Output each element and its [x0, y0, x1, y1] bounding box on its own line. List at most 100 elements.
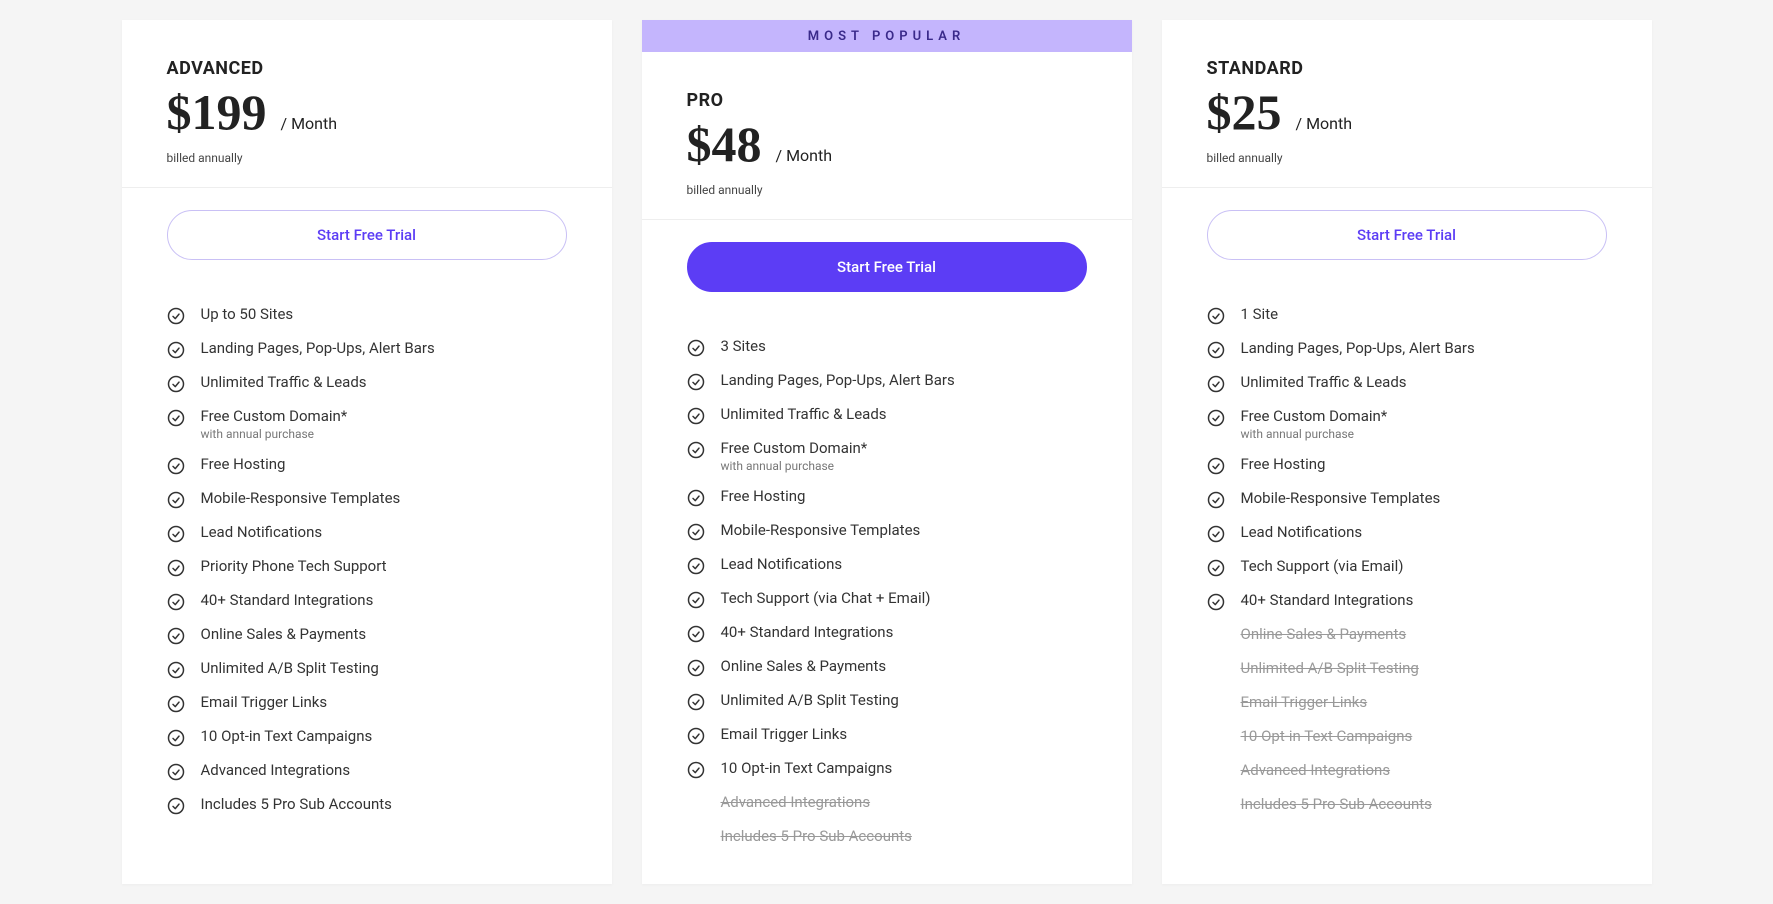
- feature-item: Mobile-Responsive Templates: [167, 482, 567, 516]
- feature-text: Free Hosting: [1241, 455, 1326, 473]
- billed-annually-note: billed annually: [1207, 151, 1607, 165]
- pricing-card-standard: STANDARD$25/ Monthbilled annuallyStart F…: [1162, 20, 1652, 884]
- feature-text-wrap: 3 Sites: [721, 337, 766, 355]
- pricing-card-advanced: ADVANCED$199/ Monthbilled annuallyStart …: [122, 20, 612, 884]
- feature-item: Includes 5 Pro Sub Accounts: [1207, 788, 1607, 822]
- feature-item: Tech Support (via Email): [1207, 550, 1607, 584]
- feature-item: Lead Notifications: [687, 548, 1087, 582]
- feature-text-wrap: Includes 5 Pro Sub Accounts: [1241, 795, 1432, 813]
- price-row: $199/ Month: [167, 87, 567, 137]
- feature-text: Mobile-Responsive Templates: [201, 489, 401, 507]
- feature-item: Unlimited Traffic & Leads: [1207, 366, 1607, 400]
- feature-item: Free Hosting: [687, 480, 1087, 514]
- feature-item: Email Trigger Links: [687, 718, 1087, 752]
- feature-item: Unlimited Traffic & Leads: [167, 366, 567, 400]
- feature-list: Up to 50 Sites Landing Pages, Pop-Ups, Al…: [167, 298, 567, 822]
- check-circle-icon: [687, 693, 705, 711]
- feature-text-wrap: Unlimited Traffic & Leads: [1241, 373, 1407, 391]
- most-popular-badge: MOST POPULAR: [642, 20, 1132, 52]
- card-header: ADVANCED$199/ Monthbilled annually: [122, 20, 612, 188]
- check-circle-icon: [687, 761, 705, 779]
- feature-text-wrap: Email Trigger Links: [201, 693, 328, 711]
- feature-item: Landing Pages, Pop-Ups, Alert Bars: [1207, 332, 1607, 366]
- feature-item: Unlimited A/B Split Testing: [167, 652, 567, 686]
- check-circle-icon: [1207, 375, 1225, 393]
- feature-text-wrap: 10 Opt-in Text Campaigns: [721, 759, 893, 777]
- feature-text-wrap: Email Trigger Links: [1241, 693, 1368, 711]
- check-circle-icon: [167, 729, 185, 747]
- feature-item: 40+ Standard Integrations: [687, 616, 1087, 650]
- feature-text-wrap: Landing Pages, Pop-Ups, Alert Bars: [1241, 339, 1475, 357]
- feature-text-wrap: Unlimited A/B Split Testing: [1241, 659, 1419, 677]
- feature-text-wrap: Includes 5 Pro Sub Accounts: [721, 827, 912, 845]
- feature-text-wrap: Online Sales & Payments: [201, 625, 367, 643]
- check-circle-icon: [687, 489, 705, 507]
- feature-item: Up to 50 Sites: [167, 298, 567, 332]
- pricing-card-pro: MOST POPULARPRO$48/ Monthbilled annually…: [642, 20, 1132, 884]
- feature-text: Landing Pages, Pop-Ups, Alert Bars: [721, 371, 955, 389]
- feature-subtext: with annual purchase: [721, 459, 868, 473]
- card-body: Start Free Trial Up to 50 Sites Landing Pa…: [122, 188, 612, 852]
- billed-annually-note: billed annually: [687, 183, 1087, 197]
- feature-text: Priority Phone Tech Support: [201, 557, 387, 575]
- check-circle-icon: [167, 593, 185, 611]
- feature-text-wrap: 1 Site: [1241, 305, 1279, 323]
- feature-text: Online Sales & Payments: [201, 625, 367, 643]
- feature-item: Landing Pages, Pop-Ups, Alert Bars: [687, 364, 1087, 398]
- feature-text-wrap: Priority Phone Tech Support: [201, 557, 387, 575]
- feature-text: 10 Opt-in Text Campaigns: [1241, 727, 1413, 745]
- feature-text-wrap: Unlimited A/B Split Testing: [721, 691, 899, 709]
- check-circle-icon: [687, 557, 705, 575]
- check-circle-icon: [1207, 491, 1225, 509]
- feature-item: 40+ Standard Integrations: [167, 584, 567, 618]
- feature-text-wrap: Unlimited Traffic & Leads: [201, 373, 367, 391]
- feature-text: Advanced Integrations: [721, 793, 871, 811]
- feature-text: Unlimited A/B Split Testing: [721, 691, 899, 709]
- feature-text: Tech Support (via Chat + Email): [721, 589, 931, 607]
- feature-item: Lead Notifications: [1207, 516, 1607, 550]
- feature-text: 40+ Standard Integrations: [201, 591, 374, 609]
- feature-text: Includes 5 Pro Sub Accounts: [201, 795, 392, 813]
- feature-text-wrap: Free Hosting: [201, 455, 286, 473]
- feature-text-wrap: Free Custom Domain*with annual purchase: [1241, 407, 1388, 441]
- feature-text: Unlimited Traffic & Leads: [201, 373, 367, 391]
- feature-text: Free Hosting: [721, 487, 806, 505]
- feature-text: 3 Sites: [721, 337, 766, 355]
- feature-text-wrap: 40+ Standard Integrations: [721, 623, 894, 641]
- feature-item: Advanced Integrations: [1207, 754, 1607, 788]
- feature-text-wrap: Lead Notifications: [1241, 523, 1363, 541]
- start-free-trial-button[interactable]: Start Free Trial: [167, 210, 567, 260]
- check-circle-icon: [687, 727, 705, 745]
- feature-text: Lead Notifications: [201, 523, 323, 541]
- feature-item: 10 Opt-in Text Campaigns: [167, 720, 567, 754]
- feature-text-wrap: Free Custom Domain*with annual purchase: [721, 439, 868, 473]
- feature-item: Free Custom Domain*with annual purchase: [167, 400, 567, 448]
- feature-item: Email Trigger Links: [1207, 686, 1607, 720]
- feature-subtext: with annual purchase: [1241, 427, 1388, 441]
- start-free-trial-button[interactable]: Start Free Trial: [687, 242, 1087, 292]
- feature-text: Includes 5 Pro Sub Accounts: [1241, 795, 1432, 813]
- feature-text: Email Trigger Links: [1241, 693, 1368, 711]
- feature-text: Landing Pages, Pop-Ups, Alert Bars: [201, 339, 435, 357]
- feature-item: 1 Site: [1207, 298, 1607, 332]
- feature-text: 10 Opt-in Text Campaigns: [721, 759, 893, 777]
- feature-item: 10 Opt-in Text Campaigns: [1207, 720, 1607, 754]
- feature-text: 1 Site: [1241, 305, 1279, 323]
- feature-item: Includes 5 Pro Sub Accounts: [167, 788, 567, 822]
- feature-item: Tech Support (via Chat + Email): [687, 582, 1087, 616]
- feature-text-wrap: Online Sales & Payments: [1241, 625, 1407, 643]
- feature-text: Mobile-Responsive Templates: [1241, 489, 1441, 507]
- feature-text-wrap: Up to 50 Sites: [201, 305, 294, 323]
- feature-item: Landing Pages, Pop-Ups, Alert Bars: [167, 332, 567, 366]
- feature-text-wrap: Lead Notifications: [721, 555, 843, 573]
- feature-text: 40+ Standard Integrations: [721, 623, 894, 641]
- start-free-trial-button[interactable]: Start Free Trial: [1207, 210, 1607, 260]
- check-circle-icon: [167, 797, 185, 815]
- feature-item: Free Custom Domain*with annual purchase: [687, 432, 1087, 480]
- pricing-container: ADVANCED$199/ Monthbilled annuallyStart …: [37, 20, 1737, 884]
- feature-item: Mobile-Responsive Templates: [1207, 482, 1607, 516]
- check-circle-icon: [687, 523, 705, 541]
- feature-text: Lead Notifications: [1241, 523, 1363, 541]
- plan-price: $25: [1207, 87, 1282, 137]
- plan-period: / Month: [281, 114, 338, 133]
